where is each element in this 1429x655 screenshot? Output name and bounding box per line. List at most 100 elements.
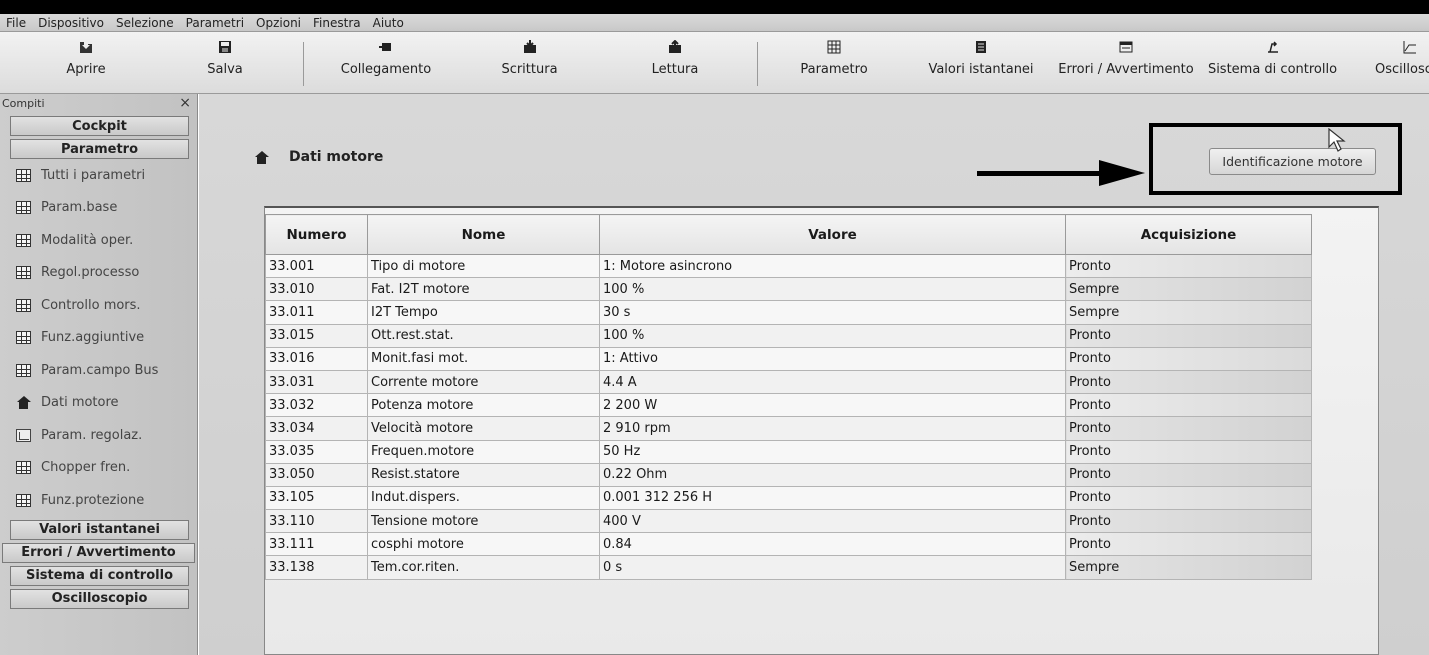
sidebar-item-tutti-i-parametri[interactable]: Tutti i parametri xyxy=(0,159,197,192)
table-row[interactable]: 33.011 I2T Tempo 30 s Sempre xyxy=(265,300,1312,325)
cell-acquisition: Pronto xyxy=(1065,416,1312,441)
table-row[interactable]: 33.001 Tipo di motore 1: Motore asincrono P… xyxy=(265,253,1312,279)
column-header-name[interactable]: Nome xyxy=(367,214,600,255)
cell-number: 33.031 xyxy=(265,369,368,395)
category-errori-avvertimento[interactable]: Errori / Avvertimento xyxy=(2,542,195,563)
connect-button[interactable]: Collegamento xyxy=(336,40,436,88)
cell-name: Potenza motore xyxy=(367,393,600,418)
cell-name: Ott.rest.stat. xyxy=(367,323,600,348)
category-parametro[interactable]: Parametro xyxy=(10,139,189,159)
motor-identification-button[interactable]: Identificazione motore xyxy=(1209,148,1376,175)
table-row[interactable]: 33.111 cosphi motore 0.84 Pronto xyxy=(265,532,1312,557)
menu-file[interactable]: File xyxy=(0,16,32,30)
cell-number: 33.050 xyxy=(265,462,368,487)
cell-number: 33.138 xyxy=(265,555,368,580)
sidebar-item-label: Param.base xyxy=(41,200,118,216)
main-panel: Dati motore Identificazione motore Numer… xyxy=(199,94,1429,655)
sidebar-item-funz-aggiuntive[interactable]: Funz.aggiuntive xyxy=(0,322,197,355)
cell-acquisition: Pronto xyxy=(1065,393,1312,418)
menu-selezione[interactable]: Selezione xyxy=(110,16,180,30)
cell-value[interactable]: 0 s xyxy=(599,555,1066,580)
sidebar-item-dati-motore[interactable]: Dati motore xyxy=(0,387,197,420)
table-row[interactable]: 33.050 Resist.statore 0.22 Ohm Pronto xyxy=(265,462,1312,487)
sidebar-item-controllo-mors[interactable]: Controllo mors. xyxy=(0,289,197,322)
oscilloscope-button[interactable]: Oscillosc xyxy=(1375,40,1429,88)
cell-name: Monit.fasi mot. xyxy=(367,346,600,371)
sidebar-item-param-campo-bus[interactable]: Param.campo Bus xyxy=(0,354,197,387)
read-label: Lettura xyxy=(651,62,699,77)
table-row[interactable]: 33.034 Velocità motore 2 910 rpm Pronto xyxy=(265,416,1312,441)
table-grid-icon xyxy=(16,461,31,475)
connect-label: Collegamento xyxy=(340,62,432,77)
table-grid-icon xyxy=(16,233,31,247)
table-row[interactable]: 33.015 Ott.rest.stat. 100 % Pronto xyxy=(265,323,1312,348)
table-row[interactable]: 33.035 Frequen.motore 50 Hz Pronto xyxy=(265,439,1312,464)
menu-dispositivo[interactable]: Dispositivo xyxy=(32,16,110,30)
table-grid-icon xyxy=(16,298,31,312)
tasks-sidebar: Compiti × Cockpit Parametro Tutti i para… xyxy=(0,94,198,655)
toolbar-separator xyxy=(303,42,304,86)
control-system-button[interactable]: Sistema di controllo xyxy=(1205,40,1340,88)
annotation-arrow-head xyxy=(1099,160,1145,186)
cell-value[interactable]: 2 200 W xyxy=(599,393,1066,418)
sidebar-item-param-base[interactable]: Param.base xyxy=(0,192,197,225)
column-header-value[interactable]: Valore xyxy=(599,214,1066,255)
table-row[interactable]: 33.032 Potenza motore 2 200 W Pronto xyxy=(265,393,1312,418)
table-row[interactable]: 33.138 Tem.cor.riten. 0 s Sempre xyxy=(265,555,1312,580)
sidebar-item-param-regolaz[interactable]: Param. regolaz. xyxy=(0,419,197,452)
parameter-button[interactable]: Parametro xyxy=(798,40,870,88)
sidebar-close-icon[interactable]: × xyxy=(179,95,191,111)
category-cockpit[interactable]: Cockpit xyxy=(10,116,189,136)
cell-value[interactable]: 400 V xyxy=(599,509,1066,534)
category-oscilloscopio[interactable]: Oscilloscopio xyxy=(10,588,189,609)
cell-number: 33.111 xyxy=(265,532,368,557)
table-grid-icon xyxy=(16,201,31,215)
menu-finestra[interactable]: Finestra xyxy=(307,16,367,30)
read-from-device-icon xyxy=(669,40,681,53)
cell-value[interactable]: 1: Motore asincrono xyxy=(599,253,1066,279)
cell-number: 33.016 xyxy=(265,346,368,371)
sidebar-item-label: Regol.processo xyxy=(41,265,140,281)
category-sistema-di-controllo[interactable]: Sistema di controllo xyxy=(10,565,189,586)
menu-aiuto[interactable]: Aiuto xyxy=(367,16,410,30)
table-grid-icon xyxy=(16,331,31,345)
errors-warnings-button[interactable]: Errori / Avvertimento xyxy=(1055,40,1197,88)
menu-opzioni[interactable]: Opzioni xyxy=(250,16,307,30)
oscilloscope-icon xyxy=(1403,41,1416,54)
cell-value[interactable]: 4.4 A xyxy=(599,369,1066,395)
cell-value[interactable]: 50 Hz xyxy=(599,439,1066,464)
write-button[interactable]: Scrittura xyxy=(497,40,562,88)
cell-acquisition: Pronto xyxy=(1065,439,1312,464)
sidebar-item-regol-processo[interactable]: Regol.processo xyxy=(0,257,197,290)
sidebar-item-funz-protezione[interactable]: Funz.protezione xyxy=(0,484,197,517)
cell-value[interactable]: 100 % xyxy=(599,323,1066,348)
cell-value[interactable]: 0.001 312 256 H xyxy=(599,485,1066,511)
read-button[interactable]: Lettura xyxy=(650,40,700,88)
cell-value[interactable]: 0.84 xyxy=(599,532,1066,557)
table-row[interactable]: 33.016 Monit.fasi mot. 1: Attivo Pronto xyxy=(265,346,1312,371)
table-row[interactable]: 33.010 Fat. I2T motore 100 % Sempre xyxy=(265,277,1312,302)
sidebar-item-chopper-fren[interactable]: Chopper fren. xyxy=(0,452,197,485)
sidebar-item-modalita-oper[interactable]: Modalità oper. xyxy=(0,224,197,257)
cell-value[interactable]: 1: Attivo xyxy=(599,346,1066,371)
cell-acquisition: Pronto xyxy=(1065,462,1312,487)
column-header-acquisition[interactable]: Acquisizione xyxy=(1065,214,1312,255)
column-header-number[interactable]: Numero xyxy=(265,214,368,255)
save-button[interactable]: Salva xyxy=(205,40,245,88)
table-row[interactable]: 33.031 Corrente motore 4.4 A Pronto xyxy=(265,369,1312,395)
table-row[interactable]: 33.110 Tensione motore 400 V Pronto xyxy=(265,509,1312,534)
sidebar-item-label: Tutti i parametri xyxy=(41,167,146,183)
cell-value[interactable]: 100 % xyxy=(599,277,1066,302)
menu-parametri[interactable]: Parametri xyxy=(180,16,250,30)
cell-value[interactable]: 0.22 Ohm xyxy=(599,462,1066,487)
table-row[interactable]: 33.105 Indut.dispers. 0.001 312 256 H Pront… xyxy=(265,485,1312,511)
open-button[interactable]: Aprire xyxy=(56,40,116,88)
table-grid-icon xyxy=(16,493,31,507)
cell-acquisition: Pronto xyxy=(1065,369,1312,395)
category-valori-istantanei[interactable]: Valori istantanei xyxy=(10,519,189,540)
cell-value[interactable]: 2 910 rpm xyxy=(599,416,1066,441)
cell-number: 33.032 xyxy=(265,393,368,418)
cell-value[interactable]: 30 s xyxy=(599,300,1066,325)
actual-values-button[interactable]: Valori istantanei xyxy=(926,40,1036,88)
sidebar-item-label: Dati motore xyxy=(41,395,119,411)
